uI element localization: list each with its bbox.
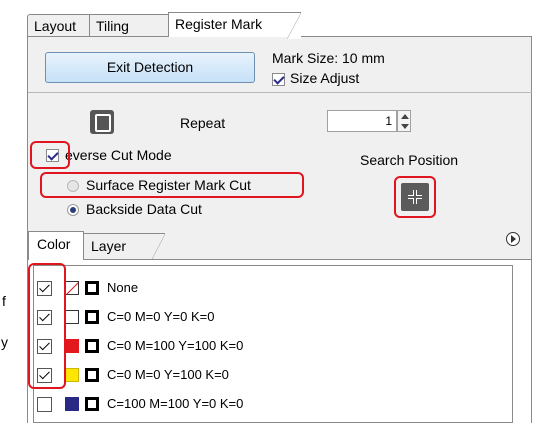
- tab-tiling[interactable]: Tiling: [89, 14, 171, 37]
- spinner-up-icon[interactable]: [401, 114, 409, 119]
- search-position-label: Search Position: [360, 152, 459, 168]
- spinner-down-icon[interactable]: [401, 124, 409, 129]
- list-item[interactable]: C=0 M=0 Y=100 K=0: [34, 363, 504, 387]
- list-item[interactable]: None: [34, 276, 504, 300]
- tab-layer[interactable]: Layer: [82, 233, 165, 261]
- tab-strip: Layout Tiling Register Mark: [10, 0, 530, 39]
- stroke-swatch-icon: [85, 368, 99, 382]
- repeat-spinner[interactable]: [397, 110, 411, 132]
- reverse-cut-mode-label: everse Cut Mode: [65, 147, 172, 163]
- backside-data-cut-radio[interactable]: [67, 204, 79, 216]
- tab-layout[interactable]: Layout: [27, 14, 92, 37]
- highlight-reverse-cut: [30, 141, 70, 169]
- highlight-search-position: [394, 176, 436, 218]
- exit-detection-button[interactable]: Exit Detection: [45, 52, 255, 83]
- highlight-surface-cut: [40, 172, 304, 198]
- mark-size-label: Mark Size: 10 mm: [272, 50, 385, 66]
- backside-data-cut-label: Backside Data Cut: [86, 201, 202, 217]
- row-checkbox[interactable]: [37, 397, 52, 412]
- size-adjust-label: Size Adjust: [290, 70, 360, 86]
- repeat-label: Repeat: [180, 115, 226, 131]
- fill-swatch-white-icon: [65, 310, 79, 324]
- size-adjust-checkbox[interactable]: [272, 73, 285, 86]
- list-item[interactable]: C=0 M=100 Y=100 K=0: [34, 334, 504, 358]
- fill-swatch-red-icon: [65, 339, 79, 353]
- stroke-swatch-icon: [85, 339, 99, 353]
- size-adjust-checkbox-row[interactable]: Size Adjust: [272, 70, 359, 86]
- repeat-input[interactable]: 1: [327, 110, 397, 132]
- color-label: C=0 M=100 Y=100 K=0: [107, 338, 244, 353]
- stroke-swatch-icon: [85, 397, 99, 411]
- stroke-swatch-icon: [85, 310, 99, 324]
- color-label: None: [107, 280, 139, 295]
- list-item[interactable]: C=100 M=100 Y=0 K=0: [34, 392, 504, 416]
- fill-swatch-none-icon: [65, 281, 79, 295]
- panel-menu-icon[interactable]: [506, 232, 520, 246]
- stroke-swatch-icon: [85, 281, 99, 295]
- list-item[interactable]: C=0 M=0 Y=0 K=0: [34, 305, 504, 329]
- fill-swatch-yellow-icon: [65, 368, 79, 382]
- repeat-icon[interactable]: [90, 110, 114, 134]
- highlight-checkbox-column: [28, 263, 66, 389]
- tab-register-mark[interactable]: Register Mark: [168, 12, 301, 39]
- color-label: C=0 M=0 Y=100 K=0: [107, 367, 229, 382]
- color-label: C=100 M=100 Y=0 K=0: [107, 396, 244, 411]
- fill-swatch-blue-icon: [65, 397, 79, 411]
- cropped-text-fragment: y: [1, 334, 8, 350]
- cropped-text-fragment: f: [2, 293, 6, 309]
- tab-color[interactable]: Color: [28, 231, 84, 260]
- color-label: C=0 M=0 Y=0 K=0: [107, 309, 215, 324]
